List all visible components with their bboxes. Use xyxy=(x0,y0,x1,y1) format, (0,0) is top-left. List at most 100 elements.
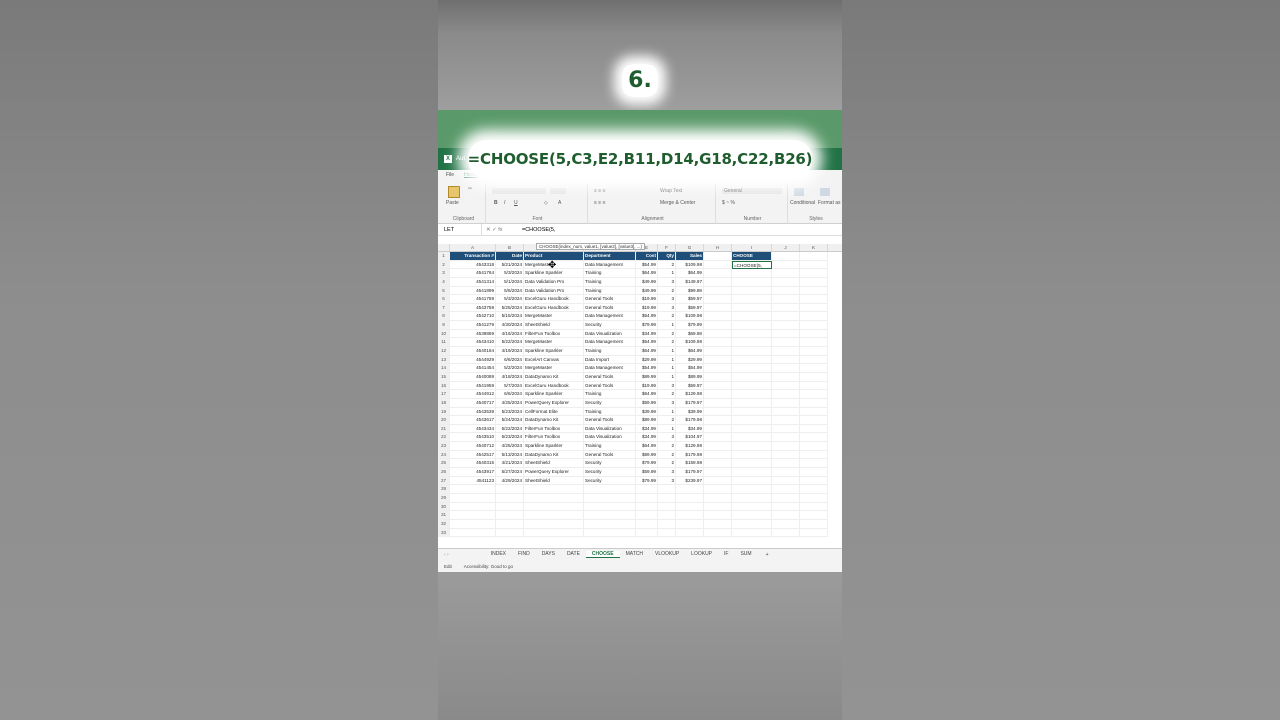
cell[interactable]: 1 xyxy=(658,407,676,417)
format-as-table-icon[interactable] xyxy=(820,188,830,196)
cell[interactable] xyxy=(800,459,828,469)
cell[interactable]: 5/2/2024 xyxy=(496,364,524,373)
cell[interactable]: $34.99 xyxy=(636,433,658,443)
cell[interactable]: 4543617 xyxy=(450,416,496,425)
cell[interactable]: FilterFun Toolbox xyxy=(524,433,584,443)
cell[interactable] xyxy=(732,450,772,460)
cell[interactable] xyxy=(496,528,524,538)
cell[interactable]: Sparkline Sparkler xyxy=(524,442,584,451)
cell[interactable]: 4543539 xyxy=(450,407,496,417)
cell[interactable] xyxy=(732,476,772,486)
cell[interactable]: $109.98 xyxy=(676,312,704,322)
col-header[interactable]: F xyxy=(658,244,676,251)
cell[interactable] xyxy=(704,407,732,417)
cell[interactable] xyxy=(636,528,658,538)
cell[interactable]: $89.99 xyxy=(636,372,658,382)
cell[interactable]: Data Validation Pro xyxy=(524,286,584,296)
row-number[interactable]: 16 xyxy=(438,381,450,391)
cell[interactable]: 4540089 xyxy=(450,372,496,382)
row-number[interactable]: 17 xyxy=(438,390,450,399)
cell[interactable] xyxy=(800,260,828,270)
cell[interactable] xyxy=(676,502,704,512)
cell[interactable]: 2 xyxy=(658,442,676,451)
sheet-tab-sum[interactable]: SUM xyxy=(734,551,757,558)
cell[interactable] xyxy=(704,398,732,408)
cell[interactable]: 3 xyxy=(658,295,676,304)
cell[interactable]: 4/25/2024 xyxy=(496,442,524,451)
cell[interactable]: PowerQuery Explorer xyxy=(524,398,584,408)
cell[interactable] xyxy=(524,528,584,538)
cell[interactable]: Data Visualization xyxy=(584,424,636,434)
wrap-text-button[interactable]: Wrap Text xyxy=(660,188,682,194)
currency-icon[interactable]: $ ~ % xyxy=(722,200,735,206)
cell[interactable]: 3 xyxy=(658,468,676,477)
cell[interactable] xyxy=(636,511,658,520)
cell[interactable]: $179.98 xyxy=(676,416,704,425)
font-color-icon[interactable]: A xyxy=(558,200,561,206)
cell[interactable] xyxy=(704,493,732,503)
cell[interactable] xyxy=(450,528,496,538)
cell[interactable]: 3 xyxy=(658,277,676,287)
sheet-tab-choose[interactable]: CHOOSE xyxy=(585,551,620,558)
cell[interactable]: 4543917 xyxy=(450,468,496,477)
cell[interactable]: 4540717 xyxy=(450,398,496,408)
cell[interactable]: 5/13/2024 xyxy=(496,450,524,460)
cell[interactable] xyxy=(524,511,584,520)
cell[interactable]: $64.99 xyxy=(636,442,658,451)
sheet-tab-date[interactable]: DATE xyxy=(561,551,586,558)
cell[interactable] xyxy=(704,476,732,486)
cell[interactable]: SheetShield xyxy=(524,459,584,469)
cell[interactable] xyxy=(772,424,800,434)
cell[interactable] xyxy=(800,372,828,382)
cell[interactable] xyxy=(704,355,732,365)
cell[interactable] xyxy=(676,528,704,538)
col-header[interactable]: I xyxy=(732,244,772,251)
cell[interactable] xyxy=(772,372,800,382)
row-number[interactable]: 13 xyxy=(438,355,450,365)
cell[interactable]: $29.99 xyxy=(636,355,658,365)
cell[interactable] xyxy=(704,511,732,520)
sheet-tab-if[interactable]: IF xyxy=(718,551,734,558)
cell[interactable]: 4542517 xyxy=(450,450,496,460)
cell[interactable]: Training xyxy=(584,286,636,296)
italic-icon[interactable]: I xyxy=(504,200,505,206)
cell[interactable]: 1 xyxy=(658,355,676,365)
cell[interactable]: 4541764 xyxy=(450,269,496,278)
cell[interactable] xyxy=(636,502,658,512)
row-number[interactable]: 22 xyxy=(438,433,450,443)
cell[interactable] xyxy=(658,485,676,494)
cell[interactable]: $29.99 xyxy=(676,355,704,365)
cell[interactable] xyxy=(772,252,800,261)
cell[interactable]: SheetShield xyxy=(524,321,584,330)
cell[interactable] xyxy=(704,312,732,322)
cell[interactable]: 4/18/2024 xyxy=(496,372,524,382)
cell[interactable] xyxy=(772,390,800,399)
row-number[interactable]: 15 xyxy=(438,372,450,382)
cell[interactable] xyxy=(584,502,636,512)
cell[interactable] xyxy=(732,312,772,322)
cell[interactable]: 4542710 xyxy=(450,312,496,322)
cell[interactable] xyxy=(772,407,800,417)
cell[interactable]: 2 xyxy=(658,260,676,270)
cell[interactable]: 4541314 xyxy=(450,277,496,287)
header-cell[interactable]: Department xyxy=(584,252,636,261)
cell[interactable] xyxy=(772,433,800,443)
paste-icon[interactable] xyxy=(448,186,460,198)
row-number[interactable]: 29 xyxy=(438,493,450,503)
cell[interactable]: $129.98 xyxy=(676,442,704,451)
cell[interactable] xyxy=(772,493,800,503)
fx-icon[interactable]: ✕ ✓ fx xyxy=(482,227,522,233)
cell[interactable]: 4543434 xyxy=(450,424,496,434)
cell[interactable] xyxy=(704,528,732,538)
cell[interactable] xyxy=(732,459,772,469)
cell[interactable]: $239.97 xyxy=(676,476,704,486)
cell[interactable] xyxy=(676,485,704,494)
cell[interactable]: $34.99 xyxy=(636,329,658,339)
cell[interactable] xyxy=(704,286,732,296)
cell[interactable] xyxy=(772,355,800,365)
cell[interactable]: $104.97 xyxy=(676,433,704,443)
cell[interactable] xyxy=(704,269,732,278)
cell[interactable]: 4/16/2024 xyxy=(496,329,524,339)
header-cell[interactable]: Cost xyxy=(636,252,658,261)
cell[interactable] xyxy=(800,381,828,391)
